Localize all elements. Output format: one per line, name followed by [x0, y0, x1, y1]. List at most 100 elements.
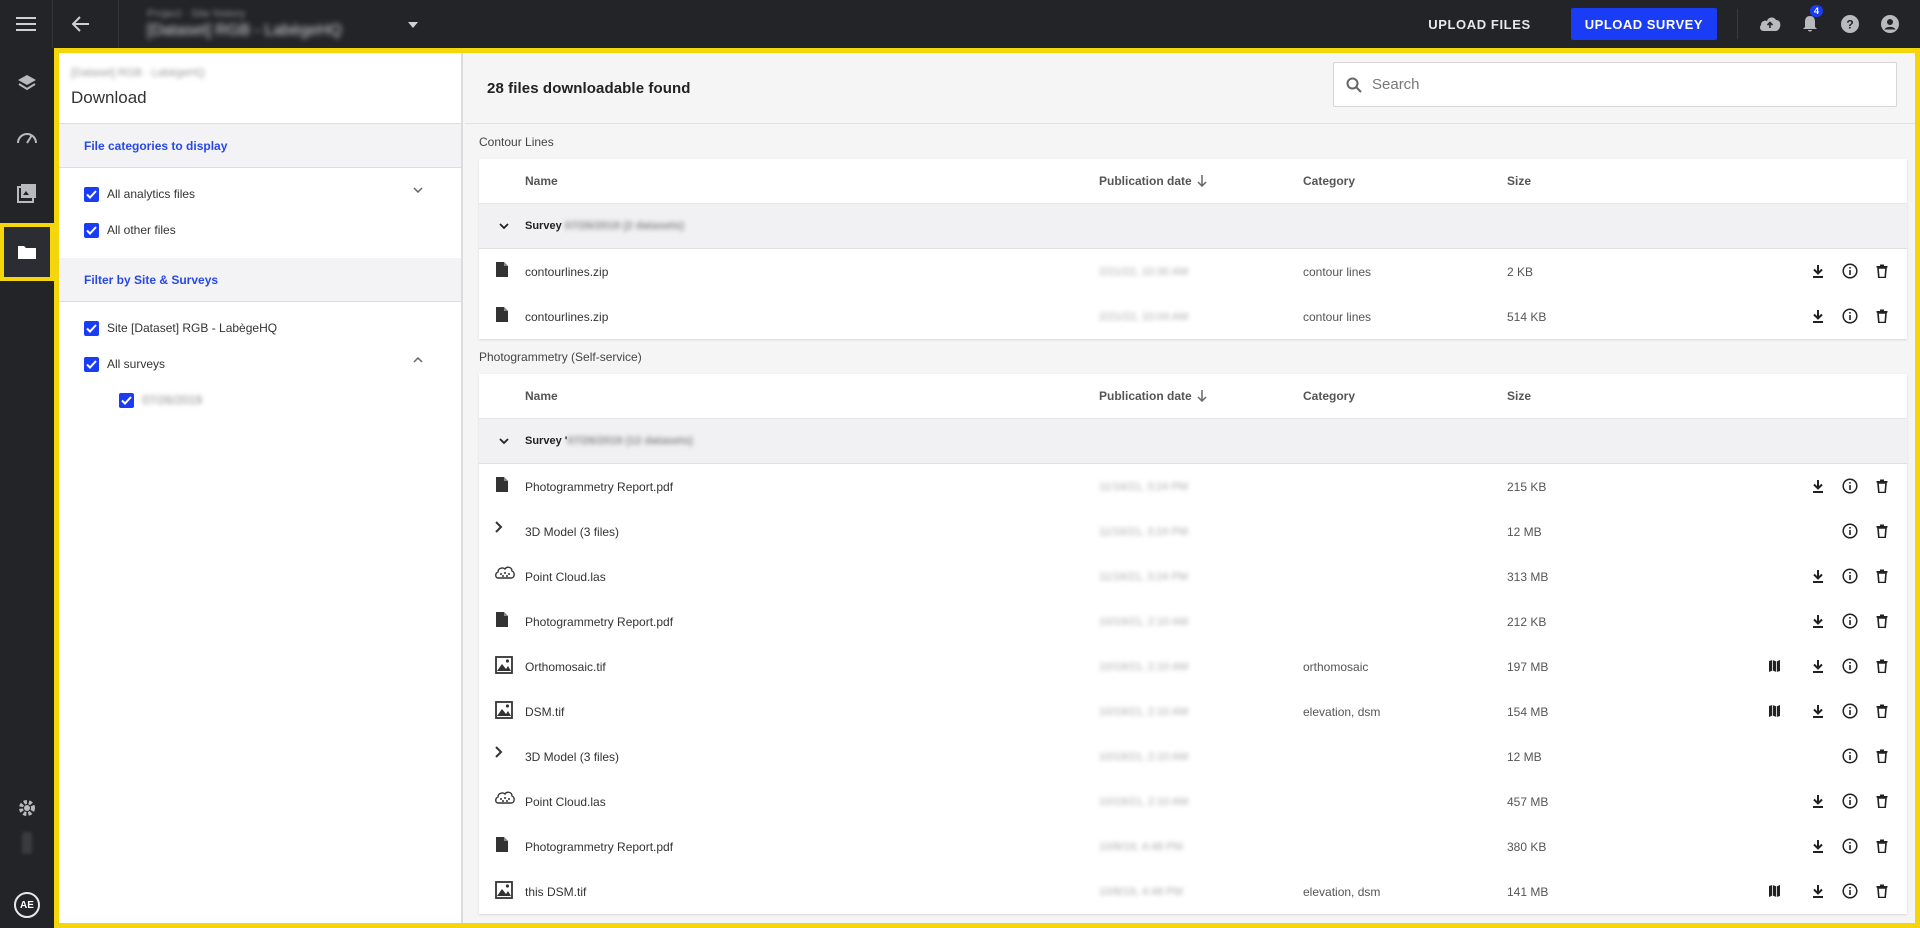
table-row[interactable]: Point Cloud.las 10/19/21, 2:10 AM 457 MB	[479, 779, 1907, 824]
file-name[interactable]: Photogrammetry Report.pdf	[525, 615, 673, 629]
file-name[interactable]: 3D Model (3 files)	[525, 750, 619, 764]
info-icon[interactable]	[1841, 612, 1859, 630]
download-icon[interactable]	[1809, 612, 1827, 630]
table-row[interactable]: this DSM.tif 10/8/19, 4:48 PM elevation, d…	[479, 869, 1907, 914]
filter-all-other[interactable]: All other files	[59, 212, 461, 248]
layers-icon[interactable]	[0, 57, 54, 109]
delete-icon[interactable]	[1873, 522, 1891, 540]
delete-icon[interactable]	[1873, 262, 1891, 280]
project-selector[interactable]: Project · Site history [Dataset] RGB - L…	[118, 0, 418, 48]
search-box[interactable]	[1333, 62, 1897, 107]
filter-all-surveys[interactable]: All surveys	[59, 346, 461, 382]
map-view-icon[interactable]	[1765, 702, 1783, 720]
table-row[interactable]: Orthomosaic.tif 10/19/21, 2:10 AM orthomos…	[479, 644, 1907, 689]
info-icon[interactable]	[1841, 882, 1859, 900]
download-icon[interactable]	[1809, 882, 1827, 900]
table-row[interactable]: contourlines.zip 2/21/22, 10:30 AM contour…	[479, 249, 1907, 294]
survey-group-row[interactable]: Survey 07/26/2019 (2 datasets)	[479, 204, 1907, 249]
filter-survey-item[interactable]: 07/26/2019	[59, 382, 461, 418]
table-row[interactable]: contourlines.zip 2/21/22, 10:04 AM contour…	[479, 294, 1907, 339]
delete-icon[interactable]	[1873, 567, 1891, 585]
account-icon[interactable]	[1870, 0, 1910, 48]
info-icon[interactable]	[1841, 837, 1859, 855]
file-name[interactable]: contourlines.zip	[525, 310, 608, 324]
download-icon[interactable]	[1809, 307, 1827, 325]
chevron-up-icon[interactable]	[413, 357, 423, 363]
delete-icon[interactable]	[1873, 882, 1891, 900]
cloud-upload-icon[interactable]	[1750, 0, 1790, 48]
file-name[interactable]: Photogrammetry Report.pdf	[525, 480, 673, 494]
upload-survey-button[interactable]: UPLOAD SURVEY	[1570, 8, 1717, 40]
file-name[interactable]: DSM.tif	[525, 705, 564, 719]
download-icon[interactable]	[1809, 792, 1827, 810]
delete-icon[interactable]	[1873, 747, 1891, 765]
map-view-icon[interactable]	[1765, 882, 1783, 900]
download-icon[interactable]	[1809, 567, 1827, 585]
menu-icon[interactable]	[0, 0, 52, 48]
delete-icon[interactable]	[1873, 837, 1891, 855]
gallery-icon[interactable]	[0, 167, 54, 219]
download-icon[interactable]	[1809, 702, 1827, 720]
survey-group-row[interactable]: Survey '07/26/2019 (12 datasets)	[479, 419, 1907, 464]
chevron-down-icon[interactable]	[499, 438, 509, 444]
file-name[interactable]: Photogrammetry Report.pdf	[525, 840, 673, 854]
checkbox-checked-icon[interactable]	[84, 222, 99, 238]
download-icon[interactable]	[1809, 477, 1827, 495]
table-row[interactable]: Photogrammetry Report.pdf 11/16/21, 3:24 …	[479, 464, 1907, 509]
table-row[interactable]: Point Cloud.las 11/16/21, 3:24 PM 313 MB	[479, 554, 1907, 599]
table-row[interactable]: DSM.tif 10/19/21, 2:10 AM elevation, dsm 15…	[479, 689, 1907, 734]
download-icon[interactable]	[1809, 657, 1827, 675]
notifications-bell-icon[interactable]: 4	[1790, 0, 1830, 48]
user-avatar-icon[interactable]	[22, 832, 32, 854]
column-size[interactable]: Size	[1507, 174, 1531, 188]
checkbox-checked-icon[interactable]	[84, 186, 99, 202]
upload-files-button[interactable]: UPLOAD FILES	[1428, 17, 1531, 32]
column-name[interactable]: Name	[525, 389, 558, 403]
chevron-right-icon[interactable]	[495, 521, 503, 536]
downloads-folder-icon[interactable]	[0, 223, 54, 281]
column-category[interactable]: Category	[1303, 174, 1355, 188]
file-name[interactable]: Point Cloud.las	[525, 570, 606, 584]
sort-arrow-down-icon[interactable]	[1197, 390, 1207, 402]
column-publication-date[interactable]: Publication date	[1099, 174, 1207, 188]
search-input[interactable]	[1372, 76, 1852, 93]
info-icon[interactable]	[1841, 477, 1859, 495]
column-publication-date[interactable]: Publication date	[1099, 389, 1207, 403]
back-arrow-icon[interactable]	[52, 0, 108, 48]
info-icon[interactable]	[1841, 702, 1859, 720]
checkbox-checked-icon[interactable]	[84, 320, 99, 336]
download-icon[interactable]	[1809, 837, 1827, 855]
file-name[interactable]: this DSM.tif	[525, 885, 586, 899]
delete-icon[interactable]	[1873, 702, 1891, 720]
chevron-right-icon[interactable]	[495, 746, 503, 761]
info-icon[interactable]	[1841, 567, 1859, 585]
table-row[interactable]: Photogrammetry Report.pdf 10/19/21, 2:10 …	[479, 599, 1907, 644]
file-name[interactable]: contourlines.zip	[525, 265, 608, 279]
table-row[interactable]: 3D Model (3 files) 10/19/21, 2:10 AM 12 MB	[479, 734, 1907, 779]
delete-icon[interactable]	[1873, 657, 1891, 675]
download-icon[interactable]	[1809, 262, 1827, 280]
sort-arrow-down-icon[interactable]	[1197, 175, 1207, 187]
info-icon[interactable]	[1841, 792, 1859, 810]
chevron-down-icon[interactable]	[413, 187, 423, 193]
info-icon[interactable]	[1841, 262, 1859, 280]
checkbox-checked-icon[interactable]	[84, 356, 99, 372]
filter-all-analytics[interactable]: All analytics files	[59, 176, 461, 212]
info-icon[interactable]	[1841, 657, 1859, 675]
file-name[interactable]: 3D Model (3 files)	[525, 525, 619, 539]
breadcrumb[interactable]: [Dataset] RGB · LabègeHQ	[71, 67, 449, 79]
delete-icon[interactable]	[1873, 792, 1891, 810]
table-row[interactable]: 3D Model (3 files) 11/16/21, 3:24 PM 12 MB	[479, 509, 1907, 554]
info-icon[interactable]	[1841, 747, 1859, 765]
map-view-icon[interactable]	[1765, 657, 1783, 675]
column-category[interactable]: Category	[1303, 389, 1355, 403]
settings-gear-icon[interactable]	[0, 782, 54, 834]
file-name[interactable]: Orthomosaic.tif	[525, 660, 606, 674]
info-icon[interactable]	[1841, 307, 1859, 325]
chevron-down-icon[interactable]	[499, 223, 509, 229]
delete-icon[interactable]	[1873, 307, 1891, 325]
dashboard-gauge-icon[interactable]	[0, 111, 54, 163]
column-size[interactable]: Size	[1507, 389, 1531, 403]
help-icon[interactable]: ?	[1830, 0, 1870, 48]
table-row[interactable]: Photogrammetry Report.pdf 10/8/19, 4:48 P…	[479, 824, 1907, 869]
